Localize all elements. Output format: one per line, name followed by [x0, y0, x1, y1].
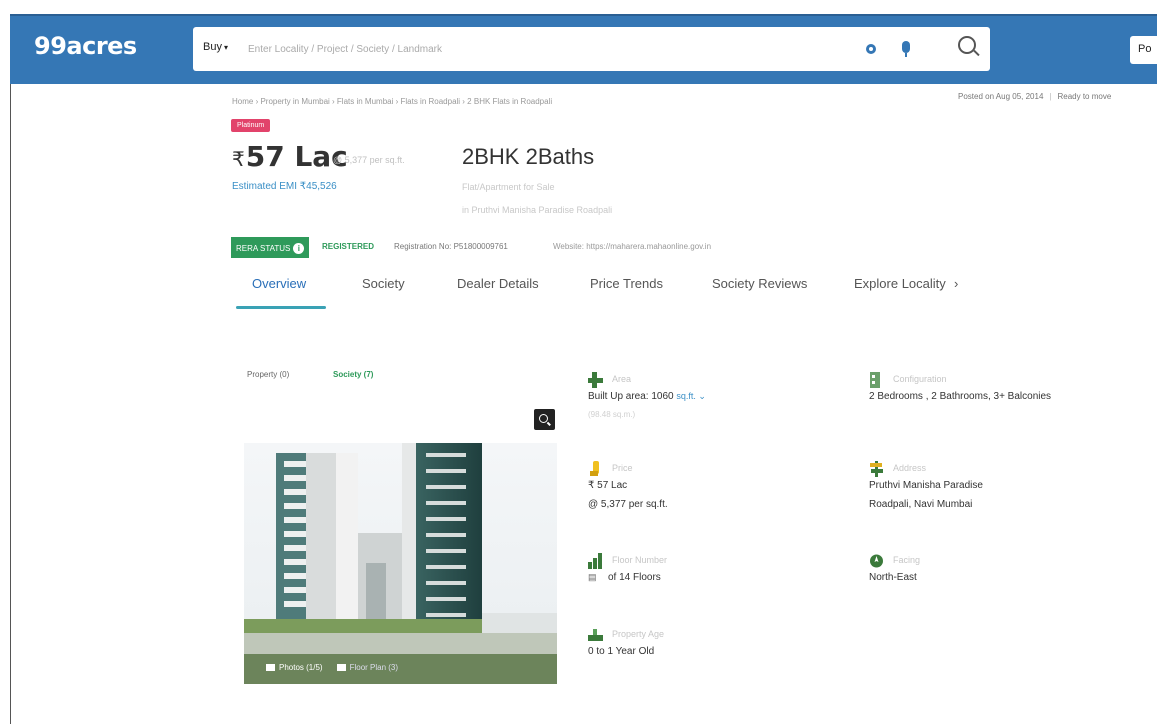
info-icon[interactable]: i — [293, 243, 305, 254]
price-icon — [590, 461, 599, 476]
rera-label: RERA STATUS — [236, 244, 291, 253]
address-line-1: Pruthvi Manisha Paradise — [869, 480, 983, 491]
posted-info: Posted on Aug 05, 2014 | Ready to move — [958, 92, 1111, 101]
property-photo[interactable] — [244, 443, 557, 684]
price-detail-per-sqft: @ 5,377 per sq.ft. — [588, 499, 668, 510]
floor-plan-count[interactable]: Floor Plan (3) — [350, 663, 398, 672]
active-tab-indicator — [236, 306, 326, 309]
photo-icon — [266, 664, 275, 671]
registration-number: Registration No: P51800009761 — [394, 242, 508, 251]
rera-status-badge[interactable]: RERA STATUS i — [231, 237, 310, 258]
address-line-2: Roadpali, Navi Mumbai — [869, 499, 973, 510]
floor-marker-icon: ▤ — [588, 572, 597, 582]
estimated-emi-link[interactable]: Estimated EMI ₹45,526 — [232, 181, 337, 192]
building-illustration — [244, 443, 557, 684]
tab-explore-locality[interactable]: Explore Locality — [854, 276, 946, 291]
configuration-label: Configuration — [893, 374, 947, 384]
photos-count[interactable]: Photos (1/5) — [279, 663, 323, 672]
posted-date: Posted on Aug 05, 2014 — [958, 92, 1044, 101]
tab-overview[interactable]: Overview — [252, 276, 306, 291]
breadcrumb[interactable]: Home › Property in Mumbai › Flats in Mum… — [232, 97, 552, 106]
tab-society-reviews[interactable]: Society Reviews — [712, 276, 807, 291]
floor-icon — [588, 553, 602, 569]
area-label: Area — [612, 374, 632, 384]
section-tabs: Overview Society Dealer Details Price Tr… — [232, 270, 992, 310]
location-icon[interactable] — [866, 44, 876, 54]
post-property-button[interactable]: Po — [1130, 36, 1157, 64]
compass-icon — [870, 554, 883, 568]
chevron-down-icon[interactable]: ⌄ — [696, 391, 706, 401]
unit-dropdown[interactable]: sq.ft. — [676, 391, 696, 401]
area-value: Built Up area: 1060 sq.ft. ⌄ — [588, 391, 706, 402]
tab-price-trends[interactable]: Price Trends — [590, 276, 663, 291]
site-logo[interactable]: 99acres — [34, 32, 137, 60]
facing-label: Facing — [893, 555, 921, 565]
rera-website[interactable]: Website: https://maharera.mahaonline.gov… — [553, 242, 711, 251]
configuration-icon — [870, 372, 880, 388]
tab-dealer-details[interactable]: Dealer Details — [457, 276, 539, 291]
listing-location: in Pruthvi Manisha Paradise Roadpali — [462, 205, 613, 215]
buy-dropdown-label: Buy — [203, 41, 222, 53]
top-header: 99acres Buy▾ Po — [10, 14, 1157, 84]
price-detail-value: ₹ 57 Lac — [588, 480, 628, 491]
divider: | — [1049, 92, 1052, 101]
buy-dropdown[interactable]: Buy ▾ — [203, 41, 228, 53]
search-icon[interactable] — [958, 36, 976, 54]
search-input[interactable] — [248, 37, 848, 61]
floor-value: of 14 Floors — [608, 572, 661, 583]
address-label: Address — [893, 463, 927, 473]
facing-value: North-East — [869, 572, 917, 583]
tab-society[interactable]: Society — [362, 276, 405, 291]
zoom-icon — [539, 414, 548, 423]
chevron-down-icon: ▾ — [223, 43, 228, 52]
price-per-sqft: @ 5,377 per sq.ft. — [333, 155, 405, 165]
property-age-label: Property Age — [612, 629, 665, 639]
rera-registered: REGISTERED — [322, 242, 375, 251]
built-up-area: Built Up area: 1060 — [588, 391, 674, 402]
listing-subtitle: Flat/Apartment for Sale — [462, 182, 555, 192]
area-sqm: (98.48 sq.m.) — [588, 410, 636, 419]
page-border — [10, 84, 11, 724]
media-tab-society[interactable]: Society (7) — [333, 370, 373, 379]
rupee-icon: ₹ — [232, 147, 245, 171]
configuration-value: 2 Bedrooms , 2 Bathrooms, 3+ Balconies — [869, 391, 1052, 402]
listing-title: 2BHK 2Baths — [462, 144, 595, 169]
chevron-right-icon[interactable]: › — [954, 276, 958, 291]
microphone-icon[interactable] — [902, 41, 910, 57]
floor-plan-icon — [336, 664, 346, 671]
photo-bar: Photos (1/5) Floor Plan (3) — [244, 654, 557, 684]
zoom-button[interactable] — [534, 409, 555, 430]
price-label: Price — [612, 463, 633, 473]
possession-status: Ready to move — [1057, 92, 1112, 101]
media-tab-property[interactable]: Property (0) — [247, 370, 289, 379]
listing-price: ₹57 Lac — [232, 140, 348, 173]
area-icon — [588, 372, 603, 388]
search-bar: Buy ▾ — [193, 27, 990, 71]
floor-label: Floor Number — [612, 555, 668, 565]
platinum-badge: Platinum — [231, 119, 271, 132]
address-icon — [870, 461, 883, 477]
property-age-value: 0 to 1 Year Old — [588, 646, 655, 657]
property-age-icon — [588, 629, 603, 641]
